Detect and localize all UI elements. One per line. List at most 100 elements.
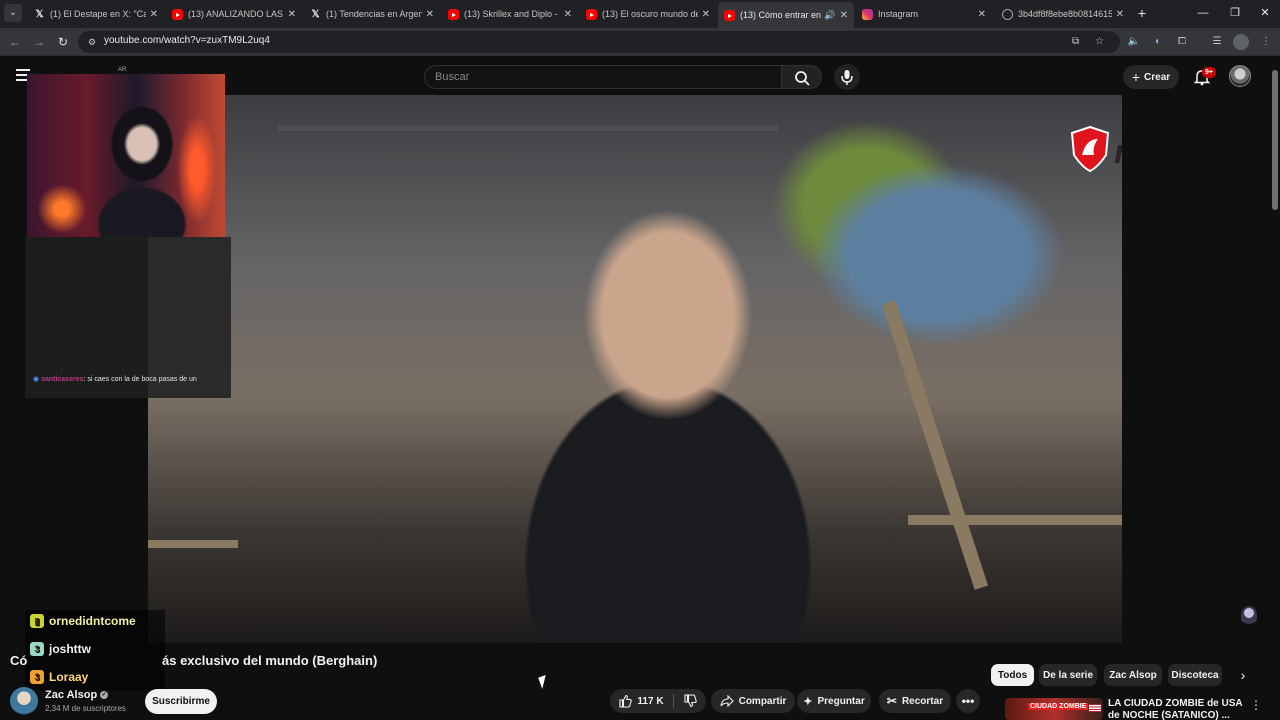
media-audio-icon[interactable]: 🔈 xyxy=(1126,34,1142,50)
chat-overlay-panel-inner xyxy=(148,237,231,398)
youtube-icon xyxy=(586,8,597,20)
ask-button[interactable]: ✦ Preguntar xyxy=(797,689,871,713)
subscriber-count: 2,34 M de suscriptores xyxy=(45,704,126,713)
tab-title: Instagram xyxy=(878,9,919,19)
tab-search-icon[interactable]: ⌄ xyxy=(4,4,22,22)
speaker-icon[interactable]: 🔊 xyxy=(824,10,835,21)
chat-username: santicaseres xyxy=(41,376,84,383)
browser-tab[interactable]: 3b4df8f8ebe8b0814615a ✕ xyxy=(996,3,1130,25)
address-bar[interactable]: ⚙ youtube.com/watch?v=zuxTM9L2uq4 ⧉ ☆ xyxy=(78,31,1120,53)
create-button[interactable]: + Crear xyxy=(1123,65,1179,89)
chat-message: ◉ santicaseres: si caes con la de boca p… xyxy=(33,375,225,387)
new-tab-button[interactable]: + xyxy=(1128,4,1156,22)
led-glow xyxy=(177,114,217,224)
install-app-icon[interactable]: ⧉ xyxy=(1072,36,1079,47)
clip-button[interactable]: ✂ Recortar xyxy=(879,689,951,713)
like-count: 117 K xyxy=(637,695,664,707)
close-tab-icon[interactable]: ✕ xyxy=(564,9,572,20)
recommendation-title[interactable]: LA CIUDAD ZOMBIE de USA de NOCHE (SATANI… xyxy=(1108,698,1243,720)
chip-nightclub[interactable]: Discoteca xyxy=(1168,664,1222,686)
close-tab-icon[interactable]: ✕ xyxy=(702,9,710,20)
forward-icon[interactable]: → xyxy=(30,33,48,51)
url-text: youtube.com/watch?v=zuxTM9L2uq4 xyxy=(104,35,270,46)
corner-avatar-icon xyxy=(1241,606,1257,626)
more-actions-button[interactable]: ••• xyxy=(956,689,980,713)
voice-search-button[interactable] xyxy=(834,64,860,90)
thumbs-down-icon xyxy=(684,694,697,708)
reload-icon[interactable]: ↻ xyxy=(54,33,72,51)
country-code: AR xyxy=(118,67,127,73)
bookmark-star-icon[interactable]: ☆ xyxy=(1095,36,1104,47)
browser-tab[interactable]: 𝕏 (1) El Destape en X: "Caso ✕ xyxy=(28,3,164,25)
close-tab-icon[interactable]: ✕ xyxy=(426,9,434,20)
close-tab-icon[interactable]: ✕ xyxy=(1116,9,1124,20)
account-avatar[interactable] xyxy=(1229,65,1251,87)
browser-tab[interactable]: (13) Skrillex and Diplo - " ✕ xyxy=(442,3,578,25)
chevron-right-icon[interactable]: › xyxy=(1234,665,1252,685)
back-icon[interactable]: ← xyxy=(6,33,24,51)
minimize-button[interactable]: — xyxy=(1188,4,1218,22)
close-tab-icon[interactable]: ✕ xyxy=(840,10,848,21)
dislike-button[interactable] xyxy=(674,689,706,713)
led-glow xyxy=(37,184,87,234)
tab-title: 3b4df8f8ebe8b0814615a xyxy=(1018,9,1112,19)
browser-tab[interactable]: 𝕏 (1) Tendencias en Argent ✕ xyxy=(304,3,440,25)
close-window-button[interactable]: ✕ xyxy=(1250,4,1280,22)
browser-tab[interactable]: Instagram ✕ xyxy=(856,3,992,25)
subscribe-button[interactable]: Suscribirme xyxy=(145,689,217,714)
follower-badge-icon: 3 xyxy=(30,642,44,656)
usa-flag-icon xyxy=(1089,704,1101,712)
browser-tab-active[interactable]: (13) Cómo entrar en e 🔊 ✕ xyxy=(718,2,854,28)
search-icon xyxy=(795,71,810,86)
video-title-end: ás exclusivo del mundo (Berghain) xyxy=(162,653,378,668)
like-dislike-group: 117 K xyxy=(610,689,706,713)
follower-name: ornedidntcome xyxy=(49,614,136,628)
extension-icon[interactable]: ◖ xyxy=(1149,34,1165,50)
instagram-icon xyxy=(862,8,873,20)
profile-avatar-icon[interactable] xyxy=(1233,34,1249,50)
browser-toolbar: ← → ↻ ⚙ youtube.com/watch?v=zuxTM9L2uq4 … xyxy=(0,28,1280,56)
verified-check-icon: ✓ xyxy=(100,691,109,700)
share-icon xyxy=(720,695,734,707)
scrollbar-thumb[interactable] xyxy=(1272,70,1278,210)
ceiling-beam xyxy=(218,165,778,171)
x-icon: 𝕏 xyxy=(311,8,320,20)
close-tab-icon[interactable]: ✕ xyxy=(978,9,986,20)
search-input[interactable] xyxy=(425,66,781,88)
follower-name: Loraay xyxy=(49,670,89,684)
restore-button[interactable]: ❐ xyxy=(1220,4,1250,22)
youtube-icon xyxy=(724,9,735,21)
mouse-cursor-icon xyxy=(538,674,550,690)
chip-channel[interactable]: Zac Alsop xyxy=(1104,664,1162,686)
search-box xyxy=(424,65,782,89)
close-tab-icon[interactable]: ✕ xyxy=(150,9,158,20)
scissors-icon: ✂ xyxy=(886,694,897,708)
chip-all[interactable]: Todos xyxy=(991,664,1034,686)
browser-tab[interactable]: (13) El oscuro mundo de ✕ xyxy=(580,3,716,25)
tab-title: (13) Cómo entrar en e xyxy=(740,10,822,20)
video-player[interactable]: msi xyxy=(148,95,1122,643)
channel-avatar[interactable] xyxy=(10,687,38,715)
search-button[interactable] xyxy=(782,65,822,89)
browser-tab[interactable]: (13) ANALIZANDO LAS F ✕ xyxy=(166,3,302,25)
streamer-webcam xyxy=(27,74,225,237)
clip-label: Recortar xyxy=(901,695,944,707)
tab-title: (13) Skrillex and Diplo - " xyxy=(464,9,560,19)
browser-menu-icon[interactable]: ⋮ xyxy=(1258,34,1274,50)
reading-list-icon[interactable]: ☰ xyxy=(1209,34,1225,50)
microphone-icon xyxy=(841,70,853,85)
follower-badge-icon: 3 xyxy=(30,670,44,684)
ceiling-beam xyxy=(278,125,778,131)
channel-name[interactable]: Zac Alsop ✓ xyxy=(45,689,109,701)
x-icon: 𝕏 xyxy=(35,8,44,20)
site-info-icon[interactable]: ⚙ xyxy=(84,34,100,50)
extensions-puzzle-icon[interactable]: ⧠ xyxy=(1174,34,1190,50)
close-tab-icon[interactable]: ✕ xyxy=(288,9,296,20)
follower-entry: 3 joshttw xyxy=(30,641,91,657)
chip-series[interactable]: De la serie xyxy=(1039,664,1097,686)
share-button[interactable]: Compartir xyxy=(711,689,795,713)
tab-title: (1) Tendencias en Argent xyxy=(326,9,422,19)
like-button[interactable]: 117 K xyxy=(610,689,672,713)
more-vertical-icon[interactable]: ⋮ xyxy=(1250,698,1262,712)
thumbnail-caption: CIUDAD ZOMBIE xyxy=(1028,703,1089,710)
